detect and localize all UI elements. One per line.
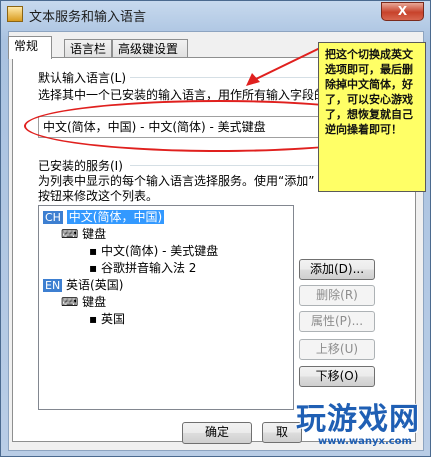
- default-input-heading: 默认输入语言(L): [38, 71, 127, 85]
- tab-language-bar[interactable]: 语言栏: [64, 39, 112, 58]
- tree-item-service[interactable]: ▪ 英国: [89, 310, 125, 327]
- tree-item-label: 中文(简体) - 美式键盘: [100, 244, 219, 258]
- bullet-icon: ▪: [89, 244, 98, 258]
- tree-item-service[interactable]: ▪ 中文(简体) - 美式键盘: [89, 242, 218, 259]
- watermark: 玩游戏网 www.wanyx.com: [262, 388, 431, 457]
- bullet-icon: ▪: [89, 312, 98, 326]
- tree-item-service[interactable]: ▪ 谷歌拼音输入法 2: [89, 259, 196, 276]
- annotation-callout: 把这个切换成英文选项即可，最后删除掉中文简体，好了，可以安心游戏了，想恢复就自己…: [318, 42, 426, 192]
- close-button[interactable]: X: [381, 2, 424, 21]
- language-code-badge: CH: [43, 211, 63, 224]
- properties-button[interactable]: 属性(P)...: [299, 311, 375, 332]
- tab-general[interactable]: 常规: [8, 36, 52, 59]
- tree-item-label: 键盘: [82, 227, 107, 241]
- tree-item-group[interactable]: ⌨ 键盘: [61, 225, 106, 242]
- move-up-button[interactable]: 上移(U): [299, 339, 375, 360]
- keyboard-icon: [7, 6, 23, 22]
- language-code-badge: EN: [43, 279, 63, 292]
- tree-item-label: 英语(英国): [66, 278, 124, 292]
- keyboard-icon: ⌨: [61, 227, 79, 241]
- tree-item-group[interactable]: ⌨ 键盘: [61, 293, 106, 310]
- tree-item-language-chinese[interactable]: CH 中文(简体，中国): [43, 208, 165, 225]
- tree-item-label: 键盘: [82, 295, 107, 309]
- window-title: 文本服务和输入语言: [29, 10, 147, 25]
- tab-advanced-keys[interactable]: 高级键设置: [112, 39, 188, 58]
- installed-services-desc-2: 按钮来修改这个列表。: [38, 189, 159, 203]
- move-down-button[interactable]: 下移(O): [299, 366, 375, 387]
- tree-item-language-english[interactable]: EN 英语(英国): [43, 276, 123, 293]
- annotation-arrow: [246, 47, 321, 86]
- watermark-url: www.wanyx.com: [318, 436, 412, 447]
- bullet-icon: ▪: [89, 261, 98, 275]
- watermark-brand: 玩游戏网: [296, 402, 420, 437]
- installed-services-tree[interactable]: CH 中文(简体，中国) ⌨ 键盘 ▪ 中文(简体) - 美式键盘 ▪ 谷歌拼音…: [38, 205, 294, 410]
- tree-item-label: 英国: [100, 312, 125, 326]
- title-bar[interactable]: 文本服务和输入语言 X: [1, 1, 430, 27]
- keyboard-icon: ⌨: [61, 295, 79, 309]
- ok-button[interactable]: 确定: [182, 422, 252, 444]
- tree-item-label: 中文(简体，中国): [66, 210, 165, 224]
- add-button[interactable]: 添加(D)...: [299, 259, 375, 280]
- remove-button[interactable]: 删除(R): [299, 285, 375, 306]
- tree-item-label: 谷歌拼音输入法 2: [100, 261, 197, 275]
